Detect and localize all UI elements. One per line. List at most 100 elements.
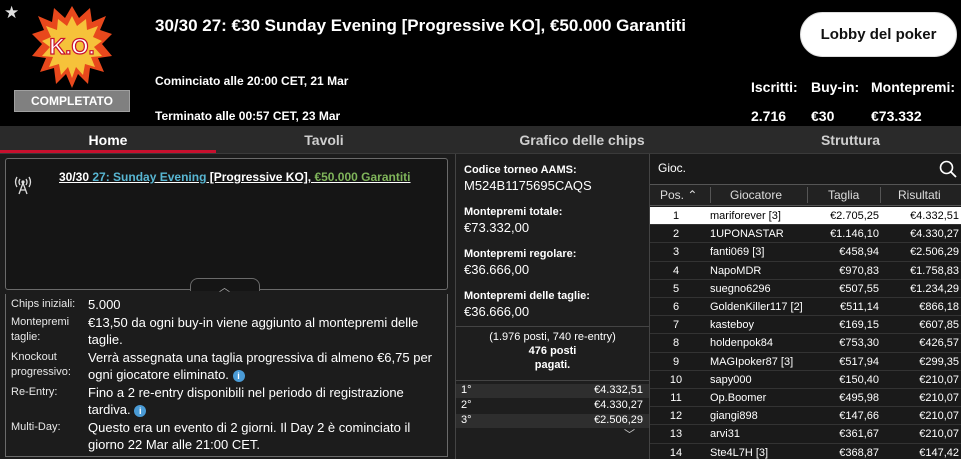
col-player[interactable]: Giocatore (730, 185, 782, 205)
payout-row: 3° €2.506,29 (456, 414, 649, 428)
player-bounty: €2.705,25 (830, 210, 879, 222)
prizepool-label: Montepremi: (871, 79, 955, 95)
player-name: Op.Boomer (710, 392, 767, 404)
detail-label: Knockout progressivo: (11, 351, 71, 378)
detail-row: Knockout progressivo: Verrà assegnata un… (11, 349, 442, 383)
table-row[interactable]: 10 sapy000 €150,40 €210,07 (650, 371, 961, 389)
collapse-toggle[interactable]: ︿ (190, 278, 260, 294)
search-icon[interactable] (939, 160, 957, 178)
player-name: arvi31 (710, 428, 740, 441)
table-row[interactable]: 4 NapoMDR €970,83 €1.758,83 (650, 262, 961, 280)
tab-chip-graph[interactable]: Grafico delle chips (470, 126, 694, 154)
sort-asc-icon: ⌃ (687, 188, 698, 202)
player-name: GoldenKiller117 [2] (710, 301, 803, 313)
info-panel: 30/30 27: Sunday Evening [Progressive KO… (0, 154, 455, 459)
ko-logo: K.O. COMPLETATO (14, 4, 130, 112)
buyin-value: €30 (811, 108, 835, 124)
buyin-label: Buy-in: (811, 79, 860, 95)
svg-text:K.O.: K.O. (49, 34, 94, 59)
table-row[interactable]: 14 Ste4L7H [3] €368,87 €147,42 (650, 444, 961, 459)
detail-label: Re-Entry: (11, 386, 58, 398)
player-result: €147,42 (919, 446, 959, 459)
player-result: €210,07 (919, 410, 959, 423)
entries-count: (1.976 posti, 740 re-entry) (489, 331, 616, 343)
table-row[interactable]: 13 arvi31 €361,67 €210,07 (650, 425, 961, 443)
tournament-name-link[interactable]: 30/30 27: Sunday Evening [Progressive KO… (59, 170, 411, 184)
table-row[interactable]: 11 Op.Boomer €495,98 €210,07 (650, 389, 961, 407)
bounty-prize-label: Montepremi delle taglie: (464, 290, 590, 302)
table-row[interactable]: 7 kasteboy €169,15 €607,85 (650, 316, 961, 334)
table-row[interactable]: 2 1UPONASTAR €1.146,10 €4.330,27 (650, 225, 961, 243)
player-position: 1 (672, 210, 680, 222)
table-row[interactable]: 5 suegno6296 €507,55 €1.234,29 (650, 280, 961, 298)
paid-label: pagati. (534, 359, 571, 371)
table-row[interactable]: 3 fanti069 [3] €458,94 €2.506,29 (650, 243, 961, 261)
player-name: kasteboy (710, 319, 755, 332)
total-prize-label: Montepremi totale: (464, 206, 563, 218)
prize-panel: Codice torneo AAMS: M524B1175695CAQS Mon… (455, 154, 649, 459)
detail-value: Verrà assegnata una taglia progressiva d… (88, 350, 432, 382)
player-bounty: €753,30 (839, 337, 879, 350)
player-position: 4 (672, 264, 680, 277)
player-bounty: €1.146,10 (830, 228, 879, 241)
detail-row: Re-Entry: Fino a 2 re-entry disponibili … (11, 384, 442, 418)
tab-structure[interactable]: Struttura (740, 126, 961, 154)
player-result: €210,07 (919, 373, 959, 386)
entrants-label: Iscritti: (751, 79, 798, 95)
player-position: 5 (672, 282, 680, 295)
col-separator (880, 187, 881, 203)
table-row[interactable]: 1 mariforever [3] €2.705,25 €4.332,51 (650, 207, 961, 225)
detail-label: Montepremi taglie: (11, 316, 70, 343)
tournament-name-prefix: 30/30 (59, 170, 93, 184)
player-name: mariforever [3] (710, 210, 781, 222)
player-bounty: €517,94 (839, 355, 879, 368)
explosion-icon: K.O. (32, 6, 112, 88)
chevron-up-icon: ︿ (219, 282, 230, 294)
player-bounty: €970,83 (839, 264, 879, 277)
total-prize-block: Montepremi totale: €73.332,00 (464, 206, 562, 235)
broadcast-icon (14, 176, 32, 195)
player-position: 8 (672, 337, 680, 350)
chevron-down-icon[interactable]: ﹀ (624, 426, 635, 442)
col-result[interactable]: Risultati (898, 185, 941, 205)
table-row[interactable]: 9 MAGIpoker87 [3] €517,94 €299,35 (650, 353, 961, 371)
player-position: 2 (672, 228, 680, 241)
players-panel: Gioc. Pos. ⌃ Giocatore Taglia Risultati … (649, 154, 961, 459)
divider (456, 380, 649, 381)
player-position: 14 (669, 446, 683, 459)
payout-row: 1° €4.332,51 (456, 384, 649, 398)
tournament-name-box: 30/30 27: Sunday Evening [Progressive KO… (5, 158, 448, 290)
entrants-value: 2.716 (751, 108, 787, 124)
player-position: 11 (670, 392, 682, 404)
detail-value: 5.000 (88, 297, 121, 312)
info-icon[interactable]: i (232, 369, 245, 382)
player-result: €426,57 (919, 337, 959, 350)
player-bounty: €368,87 (839, 446, 879, 459)
tournament-title: 30/30 27: €30 Sunday Evening [Progressiv… (155, 16, 687, 35)
status-badge: COMPLETATO (14, 90, 130, 112)
player-position: 3 (672, 246, 680, 259)
detail-value: Questo era un evento di 2 giorni. Il Day… (88, 420, 411, 452)
table-row[interactable]: 8 holdenpok84 €753,30 €426,57 (650, 334, 961, 352)
player-position: 7 (672, 319, 680, 332)
player-bounty: €169,15 (839, 319, 879, 332)
detail-label: Chips iniziali: (11, 298, 76, 310)
table-row[interactable]: 12 giangi898 €147,66 €210,07 (650, 407, 961, 425)
tab-tables[interactable]: Tavoli (216, 126, 432, 154)
player-result: €4.332,51 (910, 210, 959, 222)
player-result: €1.234,29 (910, 282, 959, 295)
player-name: MAGIpoker87 [3] (710, 355, 794, 368)
player-bounty: €458,94 (839, 246, 879, 259)
table-row[interactable]: 6 GoldenKiller117 [2] €511,14 €866,18 (650, 298, 961, 316)
tournament-name-guarantee: €50.000 Garantiti (314, 170, 411, 184)
tournament-details: Chips iniziali: 5.000 Montepremi taglie:… (5, 294, 448, 457)
tournament-name-main: 27: Sunday Evening (92, 170, 207, 184)
detail-value: Fino a 2 re-entry disponibili nel period… (88, 385, 404, 417)
col-pos[interactable]: Pos. ⌃ (660, 185, 697, 205)
payout-row: 2° €4.330,27 (461, 399, 643, 411)
poker-lobby-button[interactable]: Lobby del poker (800, 12, 957, 57)
info-icon[interactable]: i (134, 404, 147, 417)
player-search-label: Gioc. (658, 161, 687, 175)
col-bounty[interactable]: Taglia (828, 185, 859, 205)
player-result: €866,18 (919, 301, 959, 313)
